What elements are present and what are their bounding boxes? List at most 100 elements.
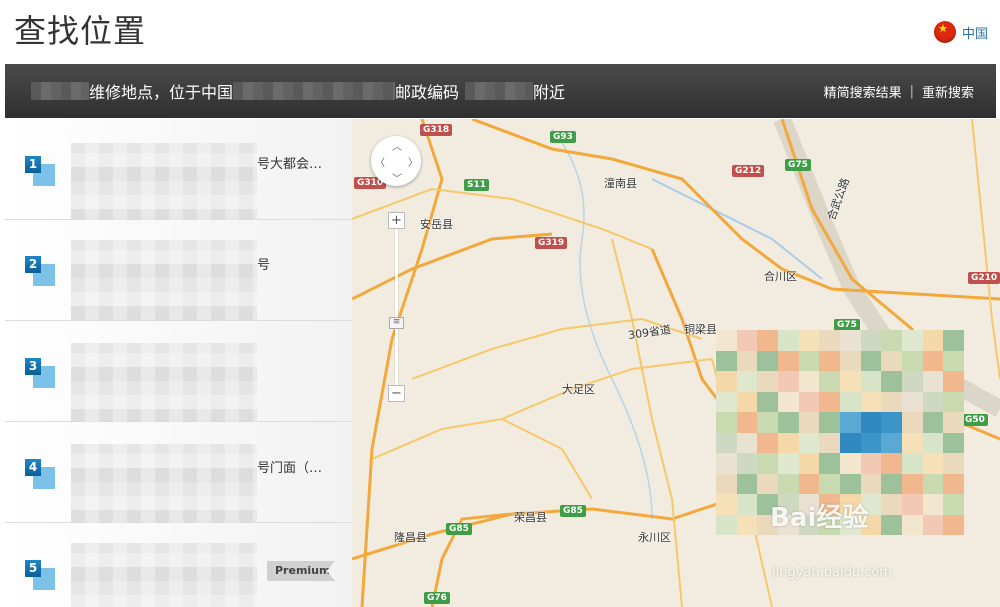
pan-down-icon[interactable]: ﹀ (392, 170, 402, 185)
list-item[interactable]: 1 号大都会… (5, 119, 352, 223)
mosaic-cell (881, 350, 902, 371)
redacted-text (233, 82, 396, 100)
mosaic-cell (901, 453, 923, 474)
map-label: 大足区 (562, 383, 595, 396)
map-label: 永川区 (638, 531, 671, 544)
mosaic-cell (757, 330, 778, 351)
road-shield: G85 (446, 523, 472, 535)
mosaic-cell (881, 494, 902, 515)
mosaic-cell (943, 473, 964, 494)
country-selector[interactable]: ★ 中国 (933, 21, 988, 43)
mosaic-cell (943, 494, 964, 515)
search-summary: 维修地点，位于中国 邮政编码 附近 (31, 79, 565, 103)
location-marker-icon: 2 (25, 256, 57, 288)
mosaic-cell (777, 391, 799, 412)
mosaic-cell (922, 453, 944, 474)
refine-results-link[interactable]: 精简搜索结果 (824, 82, 902, 101)
mosaic-cell (860, 453, 882, 474)
mosaic-cell (716, 391, 737, 412)
mosaic-cell (819, 473, 840, 494)
mosaic-cell (860, 473, 882, 494)
mosaic-cell (860, 330, 882, 351)
zoom-in-button[interactable]: + (388, 212, 405, 229)
mosaic-cell (901, 330, 923, 351)
mosaic-cell (860, 391, 882, 412)
road-shield: G75 (785, 159, 811, 171)
mosaic-cell (943, 330, 964, 351)
zoom-slider-handle[interactable]: ≡ (389, 317, 404, 329)
redacted-address (71, 444, 257, 524)
pan-control[interactable]: ︿ ﹀ 〈 〉 (371, 136, 421, 186)
mosaic-cell (901, 514, 923, 535)
mosaic-cell (736, 514, 758, 535)
mosaic-cell (839, 391, 861, 412)
redacted-address (71, 543, 257, 607)
mosaic-cell (736, 371, 758, 392)
mosaic-cell (922, 371, 944, 392)
mosaic-cell (839, 432, 861, 453)
redacted-address (71, 240, 257, 320)
country-label: 中国 (961, 26, 988, 42)
address-text: 号 (257, 258, 271, 273)
mosaic-cell (881, 514, 902, 535)
mosaic-cell (901, 350, 923, 371)
road-shield: S11 (464, 179, 490, 191)
mosaic-cell (901, 412, 923, 433)
mosaic-cell (819, 432, 840, 453)
mosaic-cell (922, 412, 944, 433)
new-search-link[interactable]: 重新搜索 (922, 82, 974, 101)
redacted-text (465, 82, 534, 100)
mosaic-cell (757, 350, 778, 371)
mosaic-cell (881, 473, 902, 494)
road-shield: G210 (968, 272, 1000, 284)
pan-right-icon[interactable]: 〉 (408, 154, 418, 169)
pan-up-icon[interactable]: ︿ (392, 138, 402, 153)
mosaic-cell (757, 473, 778, 494)
location-marker-icon: 4 (25, 459, 57, 491)
redacted-text (31, 82, 89, 100)
mosaic-cell (798, 412, 820, 433)
address-text: 号门面（… (257, 461, 323, 476)
mosaic-cell (819, 391, 840, 412)
mosaic-cell (777, 473, 799, 494)
list-item[interactable]: 4 号门面（… (5, 422, 352, 524)
road-shield: G212 (732, 165, 765, 177)
list-item[interactable]: 2 号 (5, 220, 352, 321)
mosaic-cell (716, 371, 737, 392)
mosaic-cell (757, 391, 778, 412)
list-item[interactable]: 5 Premium (5, 523, 352, 607)
mosaic-cell (716, 514, 737, 535)
list-item[interactable]: 3 (5, 321, 352, 423)
mosaic-cell (881, 432, 902, 453)
road-shield: G93 (550, 131, 576, 143)
mosaic-cell (798, 350, 820, 371)
location-marker-icon: 5 (25, 560, 57, 592)
mosaic-cell (798, 432, 820, 453)
mosaic-cell (757, 432, 778, 453)
road-shield: G319 (535, 237, 568, 249)
pan-left-icon[interactable]: 〈 (375, 154, 385, 169)
zoom-out-button[interactable]: − (388, 385, 405, 402)
mosaic-cell (922, 473, 944, 494)
mosaic-cell (819, 350, 840, 371)
location-marker-icon: 3 (25, 358, 57, 390)
separator: | (909, 83, 914, 99)
map-label: 荣昌县 (514, 511, 547, 524)
summary-text-1: 维修地点，位于中国 (89, 83, 234, 102)
mosaic-cell (777, 432, 799, 453)
mosaic-cell (901, 473, 923, 494)
summary-text-2: 邮政编码 (395, 83, 460, 102)
mosaic-cell (736, 350, 758, 371)
mosaic-cell (819, 330, 840, 351)
mosaic-cell (922, 350, 944, 371)
mosaic-cell (736, 432, 758, 453)
mosaic-cell (922, 514, 944, 535)
map-view[interactable]: 潼南县 安岳县 合川区 铜梁县 309省道 大足区 隆昌县 荣昌县 永川区 合武… (352, 119, 1000, 607)
mosaic-cell (736, 330, 758, 351)
mosaic-cell (798, 371, 820, 392)
mosaic-cell (901, 371, 923, 392)
zoom-track[interactable] (395, 219, 398, 399)
mosaic-cell (839, 350, 861, 371)
mosaic-cell (716, 330, 737, 351)
redacted-address (71, 143, 257, 223)
